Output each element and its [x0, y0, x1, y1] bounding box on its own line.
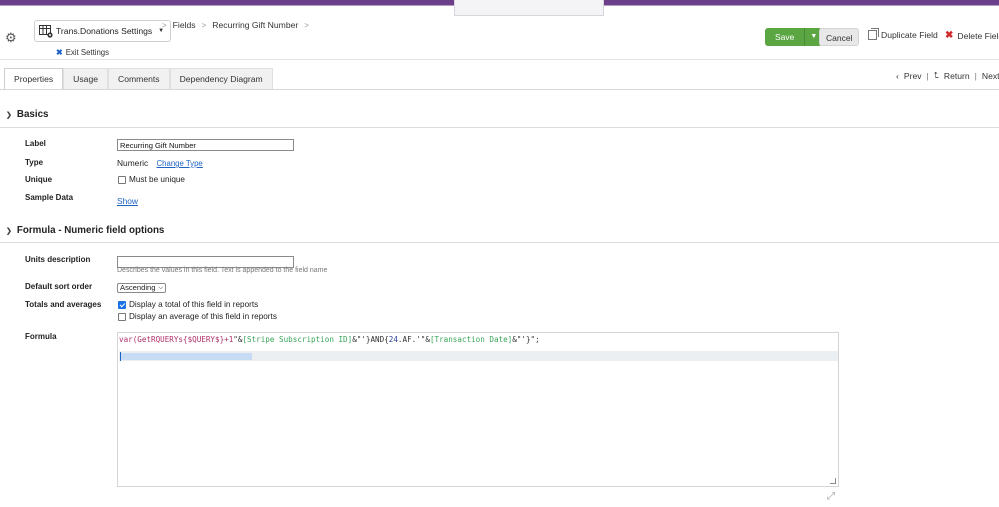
- strip-divider: [0, 5, 999, 6]
- field-tabs: Properties Usage Comments Dependency Dia…: [4, 68, 273, 90]
- show-sample-link[interactable]: Show: [117, 196, 138, 206]
- table-selector[interactable]: Trans.Donations Settings ▼: [34, 20, 172, 42]
- resize-handle-icon[interactable]: [830, 478, 836, 484]
- formula-section-toggle[interactable]: ❯ Formula - Numeric field options: [6, 225, 164, 236]
- unique-label: Unique: [25, 175, 53, 184]
- return-icon: ⮤: [933, 70, 939, 80]
- chevron-down-icon: ❯: [6, 227, 12, 235]
- label-label: Label: [25, 139, 46, 148]
- app-top-strip: [0, 0, 999, 6]
- breadcrumb-separator-icon: >: [162, 20, 167, 30]
- settings-header: ⚙ Trans.Donations Settings ▼ > Fields > …: [0, 16, 999, 60]
- return-link[interactable]: Return: [944, 71, 970, 81]
- formula-field-token: [Transaction Date]: [429, 335, 513, 344]
- table-name: Trans.Donations Settings: [56, 26, 153, 36]
- type-value: Numeric: [117, 158, 149, 168]
- table-settings-icon: [39, 24, 53, 38]
- formula-token: 24: [388, 335, 398, 344]
- must-be-unique-checkbox[interactable]: [118, 176, 126, 184]
- change-type-link[interactable]: Change Type: [157, 159, 203, 168]
- chevron-left-icon: ‹: [896, 70, 899, 81]
- chevron-down-icon: ⌵: [158, 285, 164, 291]
- basics-section-title: Basics: [16, 109, 49, 120]
- formula-label: Formula: [25, 332, 57, 341]
- nav-separator: |: [926, 70, 929, 81]
- must-be-unique-label: Must be unique: [129, 175, 185, 184]
- basics-section-toggle[interactable]: ❯ Basics: [6, 109, 48, 120]
- display-average-checkbox[interactable]: [118, 313, 126, 321]
- tab-usage[interactable]: Usage: [63, 68, 109, 90]
- breadcrumb-field-name: Recurring Gift Number: [212, 20, 299, 30]
- breadcrumb-separator-icon: >: [201, 20, 207, 30]
- delete-field-button[interactable]: ✖ Delete Field: [945, 30, 999, 41]
- breadcrumb-fields[interactable]: Fields: [173, 20, 196, 30]
- close-icon: ✖: [56, 48, 63, 57]
- next-link[interactable]: Next: [982, 71, 999, 81]
- tab-dependency-diagram[interactable]: Dependency Diagram: [169, 68, 273, 90]
- save-button[interactable]: Save: [765, 28, 806, 46]
- display-total-label: Display a total of this field in reports: [129, 300, 259, 309]
- units-description-label: Units description: [25, 255, 91, 264]
- delete-field-label: Delete Field: [957, 30, 999, 41]
- label-input[interactable]: [117, 139, 294, 151]
- exit-settings-link[interactable]: ✖ Exit Settings: [56, 48, 109, 57]
- formula-token: var(GetRQUERYs{$QUERY$}+1: [119, 335, 234, 344]
- formula-token: &"'}";: [512, 335, 540, 344]
- default-sort-value: Ascending: [120, 283, 156, 292]
- tab-divider: [0, 89, 999, 90]
- default-sort-select[interactable]: Ascending ⌵: [117, 283, 167, 293]
- type-value-row: Numeric Change Type: [117, 158, 203, 168]
- type-label: Type: [25, 158, 44, 167]
- gear-icon[interactable]: ⚙: [5, 31, 19, 45]
- display-total-checkbox[interactable]: [118, 301, 126, 309]
- cancel-button[interactable]: Cancel: [819, 28, 860, 46]
- chevron-down-icon: ❯: [6, 111, 12, 119]
- copy-icon: [868, 28, 879, 40]
- formula-editor[interactable]: var(GetRQUERYs{$QUERY$}+1"&[Stripe Subsc…: [117, 332, 839, 487]
- delete-x-icon: ✖: [945, 30, 954, 41]
- default-sort-label: Default sort order: [25, 282, 93, 291]
- breadcrumb-separator-icon: >: [304, 20, 309, 30]
- totals-averages-label: Totals and averages: [25, 300, 102, 309]
- formula-selection: [120, 353, 252, 360]
- duplicate-field-label: Duplicate Field: [881, 30, 938, 40]
- formula-section-title: Formula - Numeric field options: [16, 225, 165, 236]
- duplicate-field-button[interactable]: Duplicate Field: [868, 28, 938, 40]
- formula-token: &"'}AND{: [352, 335, 389, 344]
- formula-field-token: [Stripe Subscription ID]: [242, 335, 353, 344]
- sample-data-label: Sample Data: [25, 193, 74, 202]
- display-average-label: Display an average of this field in repo…: [129, 312, 277, 321]
- expand-icon[interactable]: ⤢: [827, 491, 835, 502]
- breadcrumb: > Fields > Recurring Gift Number >: [162, 20, 309, 30]
- formula-line-1: var(GetRQUERYs{$QUERY$}+1"&[Stripe Subsc…: [118, 333, 838, 347]
- save-button-group: Save ▼: [765, 28, 823, 46]
- prev-link[interactable]: Prev: [904, 71, 922, 81]
- exit-settings-label: Exit Settings: [65, 48, 110, 57]
- tab-properties[interactable]: Properties: [4, 68, 64, 90]
- section-divider: [0, 127, 999, 128]
- nav-separator: |: [974, 70, 977, 81]
- tab-comments[interactable]: Comments: [108, 68, 170, 90]
- text-cursor: [120, 352, 121, 361]
- section-divider: [0, 242, 999, 243]
- record-navigation: ‹ Prev | ⮤ Return | Next: [896, 70, 999, 81]
- formula-token: .AF.'"&: [397, 335, 430, 344]
- units-description-hint: Describes the values in this field. Text…: [117, 267, 328, 274]
